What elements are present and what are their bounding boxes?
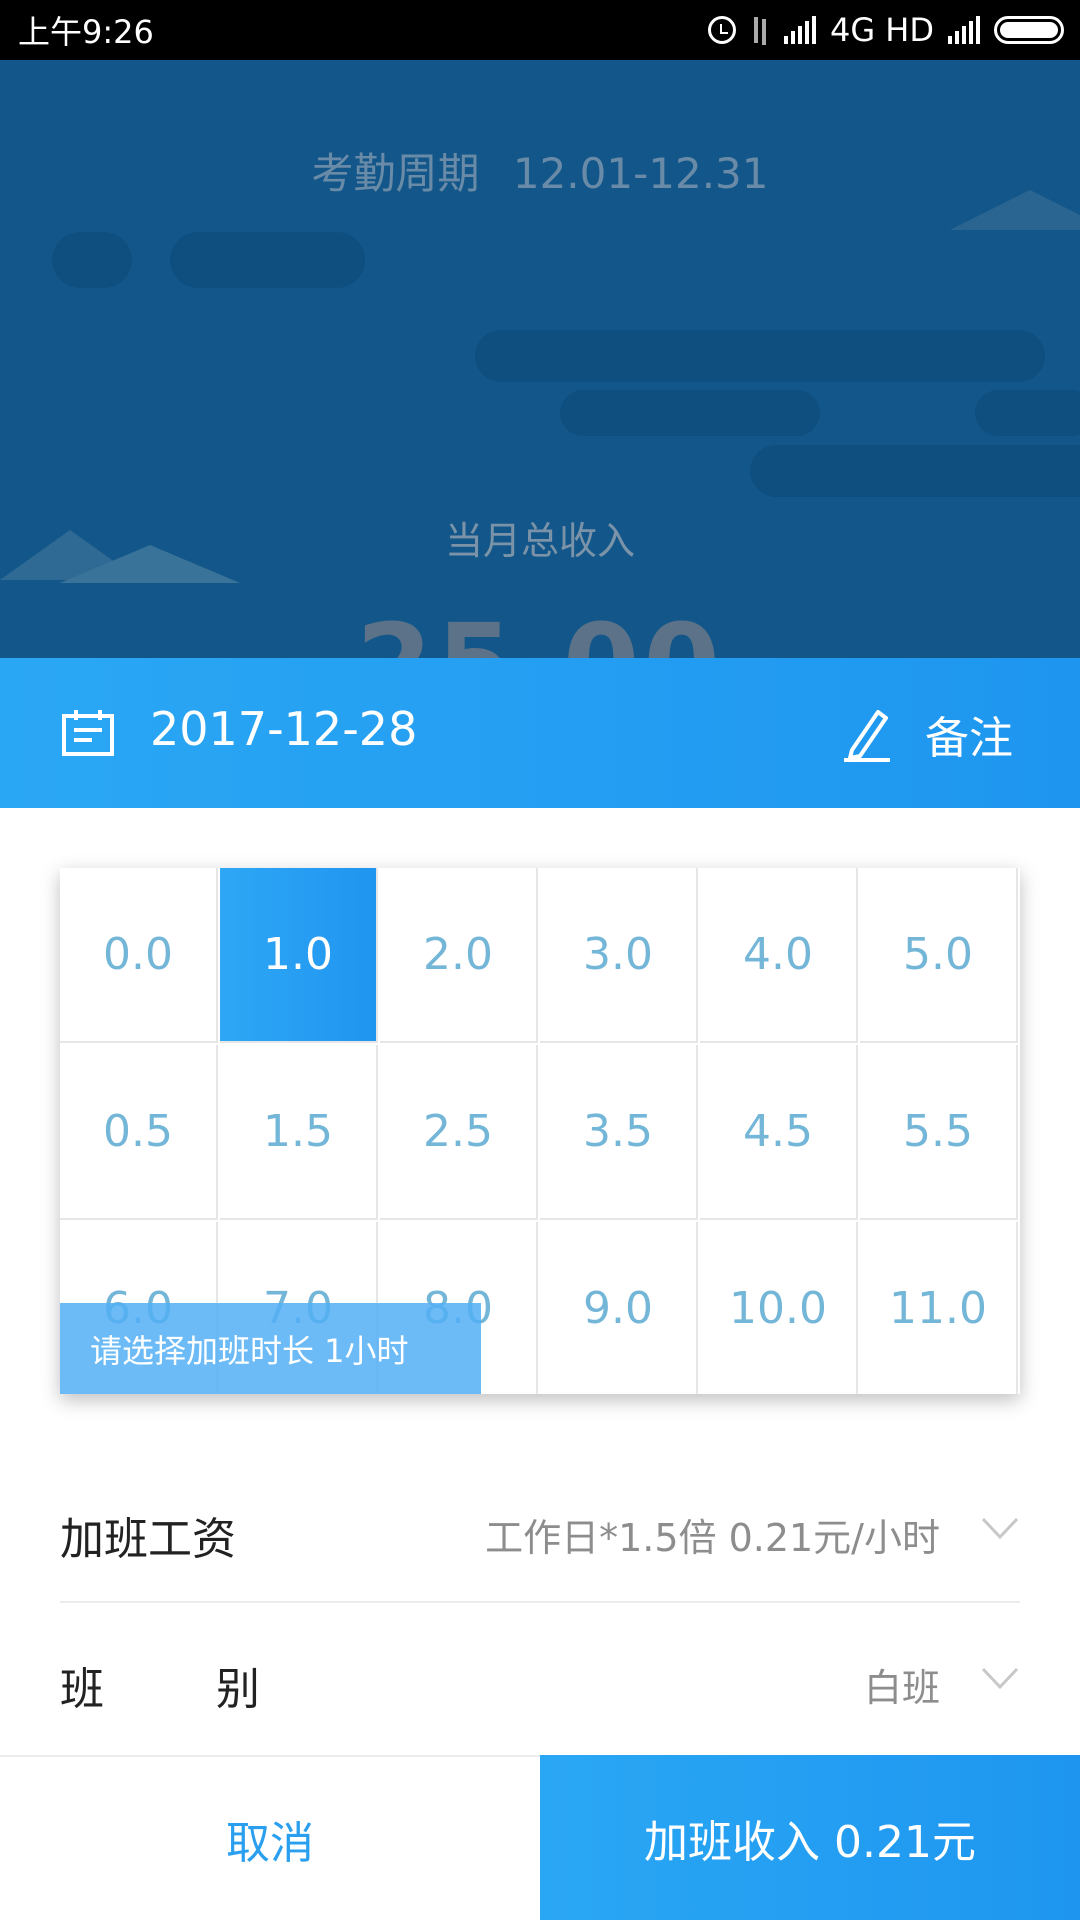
selected-date[interactable]: 2017-12-28 — [150, 702, 417, 756]
overtime-pay-row[interactable]: 加班工资 工作日*1.5倍 0.21元/小时 — [60, 1453, 1020, 1603]
status-bar: 上午9:26 4G HD — [0, 0, 1080, 60]
hour-option[interactable]: 1.5 — [220, 1045, 378, 1220]
cancel-button[interactable]: 取消 — [0, 1755, 540, 1920]
hour-option[interactable]: 10.0 — [700, 1222, 858, 1394]
hour-option[interactable]: 5.5 — [860, 1045, 1018, 1220]
selection-toast: 请选择加班时长 1小时 — [60, 1303, 481, 1394]
hour-option[interactable]: 2.5 — [380, 1045, 538, 1220]
hours-grid: 0.01.02.03.04.05.00.51.52.53.54.55.56.07… — [60, 868, 1020, 1394]
hour-option[interactable]: 9.0 — [540, 1222, 698, 1394]
total-income-value: 25.00 — [0, 600, 1080, 660]
hour-option[interactable]: 1.0 — [220, 868, 378, 1043]
shift-label: 班 别 — [60, 1664, 260, 1715]
cloud-decoration — [52, 232, 132, 288]
hour-option[interactable]: 3.0 — [540, 868, 698, 1043]
overtime-pay-label: 加班工资 — [60, 1514, 236, 1565]
status-icons: 4G HD — [707, 11, 1064, 49]
hour-option[interactable]: 4.5 — [700, 1045, 858, 1220]
total-income-label: 当月总收入 — [444, 519, 635, 563]
pen-icon[interactable] — [842, 706, 892, 762]
hour-option[interactable]: 4.0 — [700, 868, 858, 1043]
hour-option[interactable]: 0.5 — [60, 1045, 218, 1220]
hour-option[interactable]: 5.0 — [860, 868, 1018, 1043]
confirm-overtime-button[interactable]: 加班收入 0.21元 — [540, 1755, 1080, 1920]
cloud-decoration — [975, 390, 1080, 436]
cloud-decoration — [475, 330, 1045, 382]
attendance-cycle: 考勤周期 12.01-12.31 — [0, 140, 1080, 201]
hour-option[interactable]: 11.0 — [860, 1222, 1018, 1394]
note-button[interactable]: 备注 — [925, 702, 1013, 766]
signal-icon-2 — [948, 16, 980, 44]
chevron-down-icon[interactable] — [980, 1663, 1020, 1693]
data-arrows-icon — [750, 15, 770, 45]
calendar-icon[interactable] — [62, 710, 114, 756]
cloud-decoration — [750, 445, 1080, 497]
cycle-range: 12.01-12.31 — [512, 149, 769, 198]
hour-option[interactable]: 0.0 — [60, 868, 218, 1043]
alarm-icon — [707, 16, 736, 44]
summary-header: 考勤周期 12.01-12.31 当月总收入 25.00 — [0, 60, 1080, 660]
hour-option[interactable]: 2.0 — [380, 868, 538, 1043]
overtime-pay-value: 工作日*1.5倍 0.21元/小时 — [485, 1516, 940, 1560]
signal-icon — [783, 16, 816, 44]
shift-row[interactable]: 班 别 白班 — [60, 1603, 1020, 1753]
status-time: 上午9:26 — [18, 13, 154, 51]
shift-value: 白班 — [863, 1666, 940, 1710]
cycle-label: 考勤周期 — [311, 149, 480, 198]
network-type: 4G HD — [829, 11, 934, 49]
cloud-decoration — [170, 232, 365, 288]
hour-option[interactable]: 3.5 — [540, 1045, 698, 1220]
battery-icon — [994, 16, 1064, 44]
chevron-down-icon[interactable] — [980, 1513, 1020, 1543]
date-bar: 2017-12-28 备注 — [0, 658, 1080, 808]
cloud-decoration — [560, 390, 820, 436]
